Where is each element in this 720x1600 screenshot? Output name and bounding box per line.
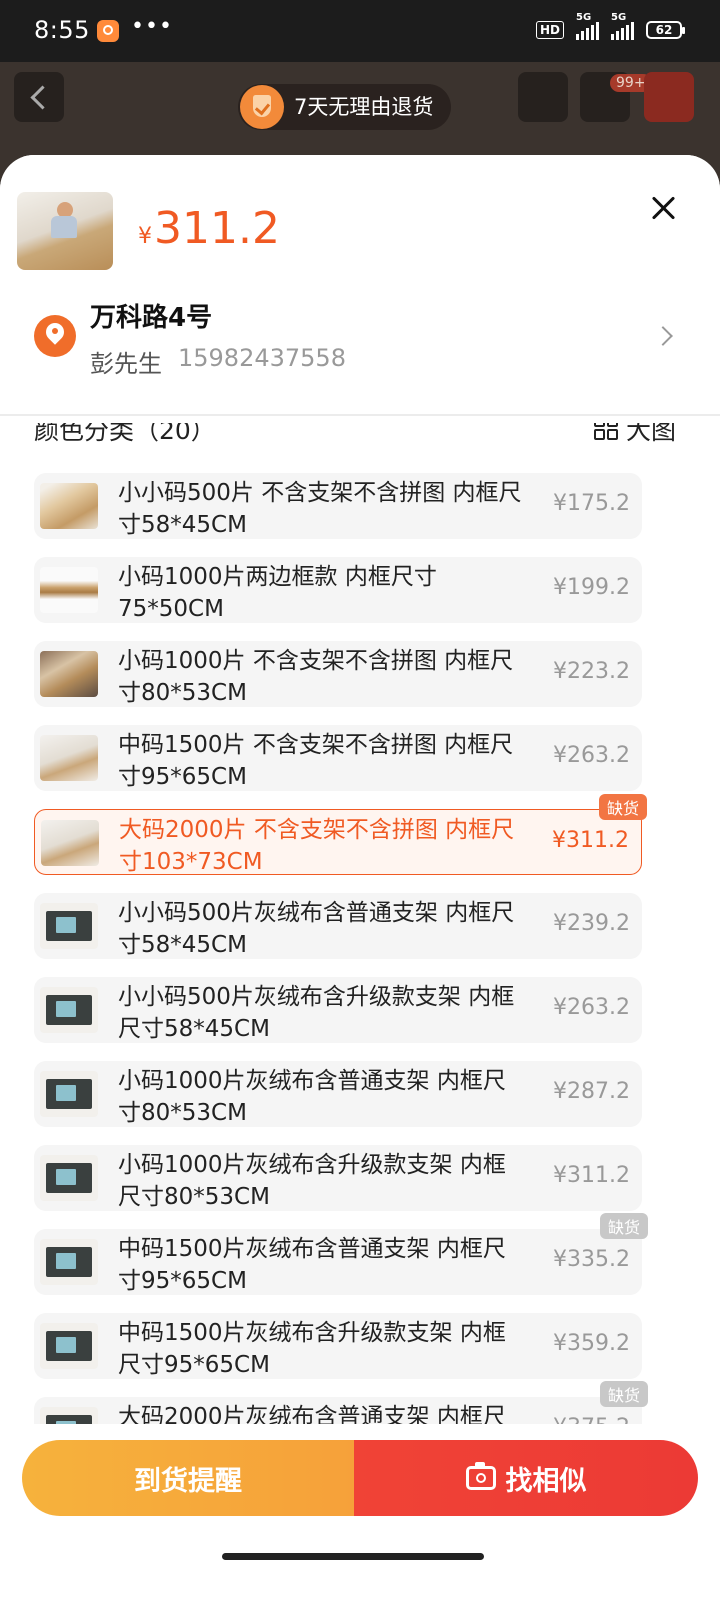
option-price: ¥239.2 (553, 911, 630, 936)
option-label: 中码1500片灰绒布含升级款支架 内框尺寸95*65CM (118, 1320, 506, 1378)
option-thumbnail (40, 483, 98, 529)
option-label: 中码1500片灰绒布含普通支架 内框尺寸95*65CM (118, 1236, 506, 1294)
option-item[interactable]: 小小码500片灰绒布含普通支架 内框尺寸58*45CM ¥239.2 (34, 893, 642, 959)
option-label: 大码2000片 不含支架不含拼图 内框尺寸103*73CM (119, 817, 515, 875)
option-item[interactable]: 小码1000片两边框款 内框尺寸75*50CM ¥199.2 (34, 557, 642, 623)
option-price: ¥223.2 (553, 659, 630, 684)
option-price: ¥335.2 (553, 1247, 630, 1272)
option-item[interactable]: 小码1000片灰绒布含普通支架 内框尺寸80*53CM ¥287.2 (34, 1061, 642, 1127)
out-of-stock-badge: 缺货 (599, 1213, 648, 1239)
option-price: ¥287.2 (553, 1079, 630, 1104)
option-item[interactable]: 中码1500片灰绒布含普通支架 内框尺寸95*65CM ¥335.2 缺货 (34, 1213, 648, 1295)
option-thumbnail (40, 987, 98, 1033)
signal-icon: 5G (576, 12, 599, 40)
status-time: 8:55 (34, 16, 90, 44)
network-type-label: 5G (576, 12, 592, 23)
address-title: 万科路4号 (90, 303, 213, 333)
option-label: 小码1000片灰绒布含升级款支架 内框尺寸80*53CM (118, 1152, 506, 1210)
hd-voice-icon: HD (535, 21, 564, 39)
option-item[interactable]: 小小码500片 不含支架不含拼图 内框尺寸58*45CM ¥175.2 (34, 473, 642, 539)
camera-icon (465, 1462, 496, 1490)
status-bar: 8:55 ••• HD 5G 5G 62 (0, 0, 720, 62)
status-indicators: HD 5G 5G 62 (535, 12, 685, 40)
option-label: 小小码500片 不含支架不含拼图 内框尺寸58*45CM (118, 480, 522, 538)
option-thumbnail (40, 735, 98, 781)
address-row[interactable]: 万科路4号 彭先生 15982437558 (0, 285, 720, 395)
find-similar-label: 找相似 (505, 1465, 587, 1497)
network-type-label-2: 5G (611, 12, 627, 23)
restock-notify-button[interactable]: 到货提醒 (22, 1440, 354, 1516)
more-icon (644, 72, 694, 122)
share-icon (518, 72, 568, 122)
option-thumbnail (40, 1239, 98, 1285)
home-indicator[interactable] (222, 1553, 484, 1560)
chevron-right-icon (653, 326, 673, 346)
back-icon (14, 72, 64, 122)
option-item[interactable]: 中码1500片 不含支架不含拼图 内框尺寸95*65CM ¥263.2 (34, 725, 642, 791)
option-item[interactable]: 小码1000片灰绒布含升级款支架 内框尺寸80*53CM ¥311.2 (34, 1145, 642, 1211)
find-similar-button[interactable]: 找相似 (354, 1440, 698, 1516)
option-thumbnail (41, 820, 99, 866)
app-notification-icon (97, 20, 119, 42)
shield-icon (240, 85, 284, 129)
option-label: 小小码500片灰绒布含普通支架 内框尺寸58*45CM (118, 900, 515, 958)
out-of-stock-badge: 缺货 (598, 794, 647, 820)
close-icon[interactable] (648, 193, 678, 223)
option-item[interactable]: 小码1000片 不含支架不含拼图 内框尺寸80*53CM ¥223.2 (34, 641, 642, 707)
option-thumbnail (40, 1071, 98, 1117)
option-price: ¥263.2 (553, 743, 630, 768)
signal-icon-2: 5G (611, 12, 634, 40)
bottom-action-bar: 到货提醒 找相似 (0, 1424, 720, 1600)
option-item[interactable]: 中码1500片灰绒布含升级款支架 内框尺寸95*65CM ¥359.2 (34, 1313, 642, 1379)
option-label: 中码1500片 不含支架不含拼图 内框尺寸95*65CM (118, 732, 514, 790)
currency-symbol: ¥ (138, 224, 152, 249)
option-price: ¥359.2 (553, 1331, 630, 1356)
option-price: ¥263.2 (553, 995, 630, 1020)
divider (0, 414, 720, 416)
product-thumbnail[interactable] (17, 192, 113, 270)
option-price: ¥311.2 (553, 1163, 630, 1188)
more-notifications-icon: ••• (131, 14, 173, 39)
option-thumbnail (40, 651, 98, 697)
sku-selector-sheet: ¥311.2 万科路4号 彭先生 15982437558 颜色分类（20） 大图… (0, 155, 720, 1600)
option-price: ¥199.2 (553, 575, 630, 600)
option-label: 小码1000片两边框款 内框尺寸75*50CM (118, 564, 437, 622)
option-label: 小码1000片 不含支架不含拼图 内框尺寸80*53CM (118, 648, 514, 706)
option-thumbnail (40, 903, 98, 949)
battery-icon: 62 (646, 21, 685, 39)
price-value: 311.2 (154, 203, 280, 254)
selected-price: ¥311.2 (138, 203, 280, 254)
out-of-stock-badge: 缺货 (599, 1381, 648, 1407)
option-thumbnail (40, 1323, 98, 1369)
recipient-name: 彭先生 (90, 350, 162, 378)
option-price: ¥311.2 (552, 828, 629, 853)
recipient-phone: 15982437558 (178, 344, 346, 372)
option-thumbnail (40, 567, 98, 613)
option-price: ¥175.2 (553, 491, 630, 516)
option-label: 小码1000片灰绒布含普通支架 内框尺寸80*53CM (118, 1068, 506, 1126)
location-pin-icon (34, 315, 76, 357)
option-item-selected[interactable]: 大码2000片 不含支架不含拼图 内框尺寸103*73CM ¥311.2 缺货 (34, 794, 647, 875)
sheet-header: ¥311.2 万科路4号 彭先生 15982437558 (0, 155, 720, 423)
option-item[interactable]: 小小码500片灰绒布含升级款支架 内框尺寸58*45CM ¥263.2 (34, 977, 642, 1043)
guarantee-text: 7天无理由退货 (294, 95, 434, 119)
return-guarantee-pill: 7天无理由退货 (238, 84, 452, 130)
option-label: 小小码500片灰绒布含升级款支架 内框尺寸58*45CM (118, 984, 515, 1042)
option-list-area[interactable]: 颜色分类（20） 大图 小小码500片 不含支架不含拼图 内框尺寸58*45CM… (12, 411, 698, 1463)
option-thumbnail (40, 1155, 98, 1201)
